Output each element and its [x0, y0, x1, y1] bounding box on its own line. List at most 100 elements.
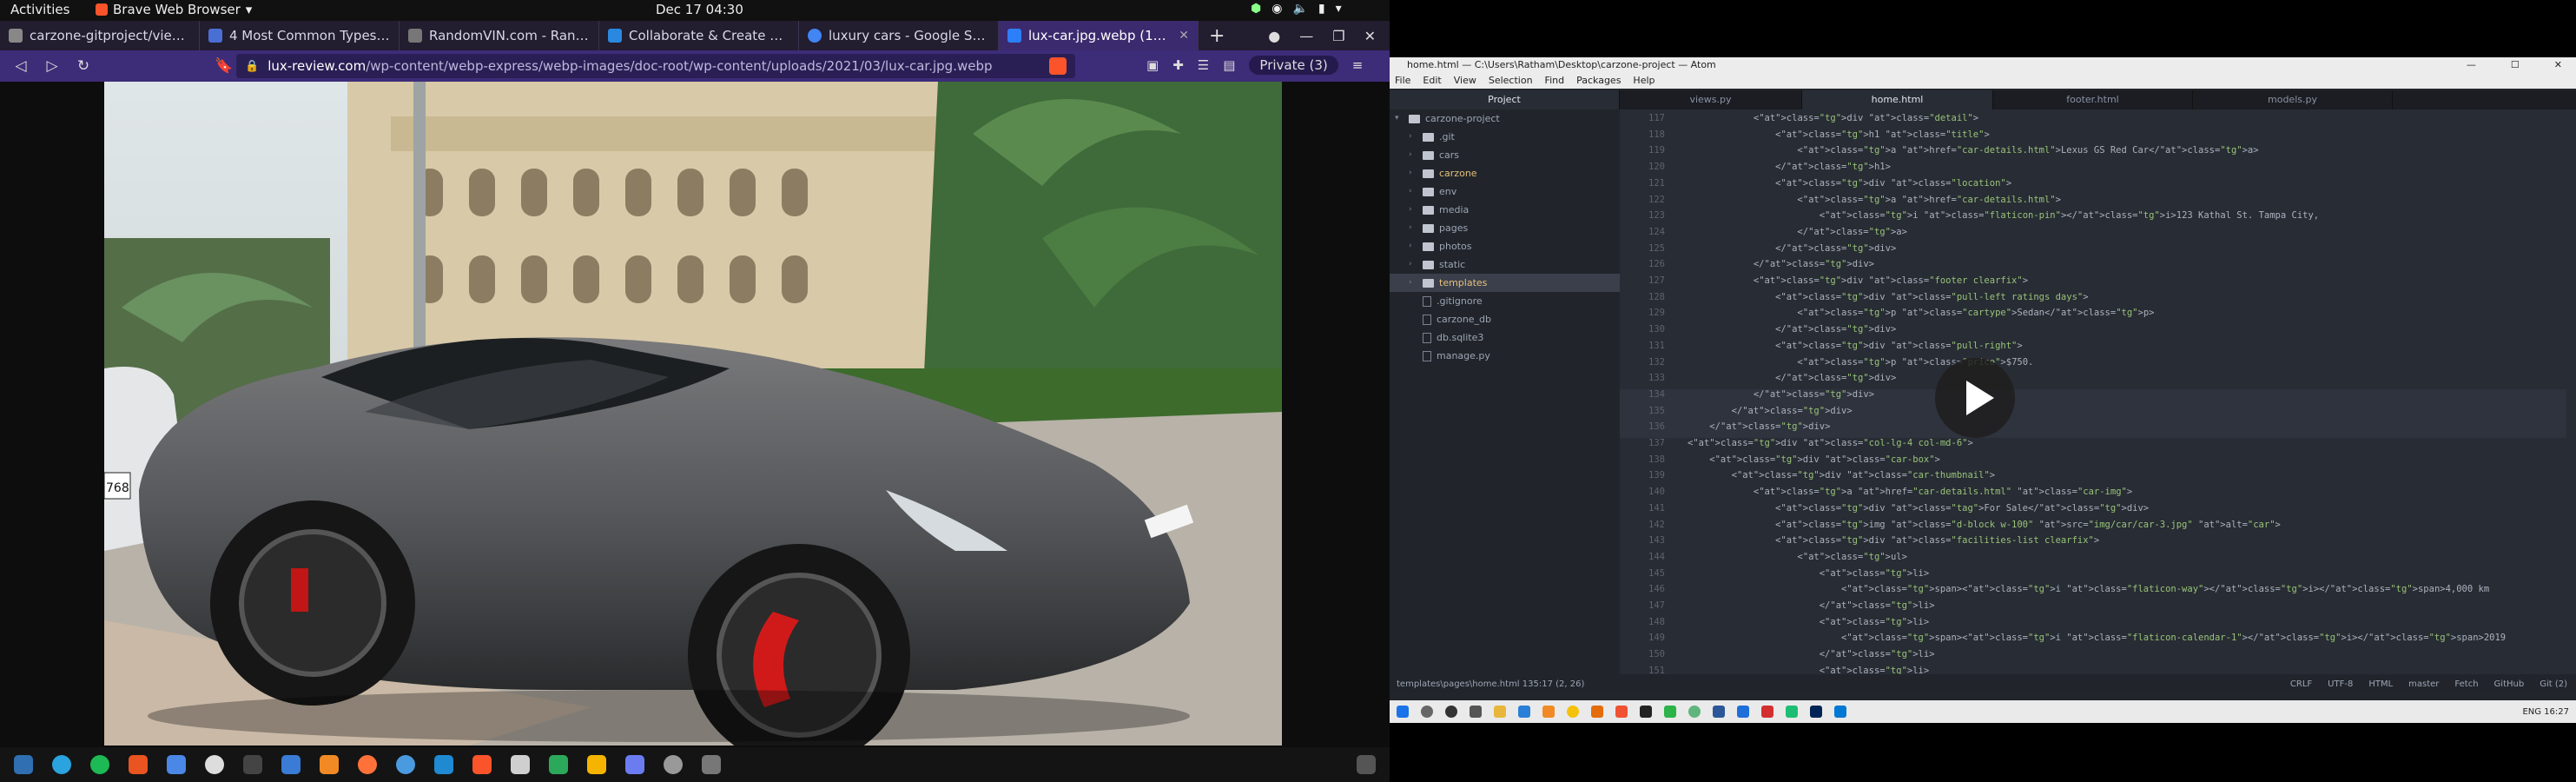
tab-views-py[interactable]: views.py [1620, 90, 1802, 109]
code-line[interactable]: </"at">class="tg">div> [1688, 373, 1896, 383]
cortana-icon[interactable] [1445, 706, 1457, 718]
code-line[interactable]: </"at">class="tg">li> [1688, 649, 1935, 659]
tree-item-carzone-project[interactable]: ▾ carzone-project [1390, 109, 1620, 128]
app-menu[interactable]: Brave Web Browser ▾ [96, 2, 252, 17]
terminal-icon[interactable] [243, 755, 262, 774]
vpn-app-icon[interactable] [281, 755, 301, 774]
app-grid-icon[interactable] [1357, 755, 1376, 774]
code-line[interactable]: <"at">class="tg">div "at">class="pull-ri… [1688, 341, 2023, 351]
tree-item-carzone[interactable]: › carzone [1390, 164, 1620, 182]
close-icon[interactable]: ✕ [2554, 57, 2562, 73]
tab-footer-html[interactable]: footer.html [1993, 90, 2193, 109]
menu-icon[interactable]: ≡ [1352, 57, 1364, 73]
tree-item-carzone-db[interactable]: carzone_db [1390, 310, 1620, 328]
code-line[interactable]: </"at">class="tg">div> [1688, 324, 1896, 335]
clock[interactable]: Dec 17 04:30 [656, 2, 743, 17]
tray-clock[interactable]: ENG 16:27 [2522, 707, 2569, 717]
shield-icon[interactable]: ⬢ [1251, 2, 1261, 16]
playlist-icon[interactable]: ☰ [1198, 57, 1209, 73]
vpn-icon[interactable] [1737, 706, 1749, 718]
files-icon[interactable] [511, 755, 530, 774]
tree-item-templates[interactable]: › templates [1390, 274, 1620, 292]
tree-item-photos[interactable]: › photos [1390, 237, 1620, 255]
pdf-icon[interactable] [1761, 706, 1773, 718]
task-view-icon[interactable] [1470, 706, 1482, 718]
code-line[interactable]: <"at">class="tg">li> [1688, 617, 1930, 627]
menu-file[interactable]: File [1395, 73, 1410, 89]
code-line[interactable]: <"at">class="tg">li> [1688, 568, 1930, 579]
chrome-icon[interactable] [205, 755, 224, 774]
app-icon[interactable] [1664, 706, 1676, 718]
menu-help[interactable]: Help [1633, 73, 1655, 89]
code-line[interactable]: <"at">class="tg">ul> [1688, 552, 1907, 562]
reload-icon[interactable]: ↻ [68, 57, 99, 75]
private-window-badge[interactable]: Private (3) [1249, 56, 1338, 75]
status-file-path[interactable]: templates\pages\home.html 135:17 (2, 26) [1397, 679, 1584, 689]
code-line[interactable]: <"at">class="tg">i "at">class="flaticon-… [1688, 210, 2319, 221]
play-button[interactable] [1935, 358, 2015, 438]
chromium-icon[interactable] [396, 755, 415, 774]
status-grammar[interactable]: HTML [2368, 679, 2393, 689]
brave-shields-icon[interactable] [1049, 57, 1067, 75]
tab-models-py[interactable]: models.py [2193, 90, 2393, 109]
tree-item-static[interactable]: › static [1390, 255, 1620, 274]
software-icon[interactable] [129, 755, 148, 774]
telegram-icon[interactable] [52, 755, 71, 774]
tree-item-cars[interactable]: › cars [1390, 146, 1620, 164]
firefox-icon[interactable] [358, 755, 377, 774]
menu-packages[interactable]: Packages [1576, 73, 1621, 89]
minimize-icon[interactable]: — [2467, 57, 2476, 73]
status-line-ending[interactable]: CRLF [2290, 679, 2312, 689]
settings-icon[interactable] [664, 755, 683, 774]
forward-icon[interactable]: ▷ [36, 57, 68, 75]
tree-item-pages[interactable]: › pages [1390, 219, 1620, 237]
menu-edit[interactable]: Edit [1423, 73, 1441, 89]
back-icon[interactable]: ◁ [5, 57, 36, 75]
code-line[interactable]: <"at">class="tg">img "at">class="d-block… [1688, 520, 2281, 530]
atom-icon[interactable] [1688, 706, 1701, 718]
edge-icon[interactable] [1518, 706, 1530, 718]
status-encoding[interactable]: UTF-8 [2328, 679, 2353, 689]
code-line[interactable]: </"at">class="tg">div> [1688, 406, 1853, 416]
code-line[interactable]: <"at">class="tg">span><"at">class="tg">i… [1688, 584, 2489, 594]
vscode-icon[interactable] [434, 755, 453, 774]
tree-item-env[interactable]: › env [1390, 182, 1620, 201]
lock-icon[interactable]: 🔒 [245, 60, 259, 73]
code-line[interactable]: </"at">class="tg">div> [1688, 389, 1874, 400]
tree-item-git[interactable]: › .git [1390, 128, 1620, 146]
file-explorer-icon[interactable] [1494, 706, 1506, 718]
vpn-icon[interactable]: ▣ [1146, 57, 1159, 73]
windows-start-icon[interactable] [1397, 706, 1409, 718]
tab-lux-car[interactable]: lux-car.jpg.webp (1920× ✕ [999, 21, 1199, 50]
close-icon[interactable]: ✕ [1179, 29, 1189, 43]
status-git[interactable]: Git (2) [2540, 679, 2567, 689]
wallet-icon[interactable]: ▤ [1223, 57, 1235, 73]
menu-selection[interactable]: Selection [1489, 73, 1533, 89]
system-tray[interactable]: ⬢ ◉ 🔈 ▮ ▾ [1251, 2, 1342, 16]
sheets-icon[interactable] [549, 755, 568, 774]
chevron-down-icon[interactable]: ▾ [1336, 2, 1342, 16]
sublime-icon[interactable] [1542, 706, 1555, 718]
tree-item-gitignore[interactable]: .gitignore [1390, 292, 1620, 310]
status-github[interactable]: GitHub [2494, 679, 2525, 689]
tab-collaborate[interactable]: Collaborate & Create Amazin [599, 21, 799, 50]
tab-home-html[interactable]: home.html [1802, 90, 1993, 109]
close-icon[interactable]: ✕ [1364, 28, 1376, 44]
trash-icon[interactable] [702, 755, 721, 774]
code-line[interactable]: <"at">class="tg">div "at">class="car-thu… [1688, 470, 1996, 480]
powershell-icon[interactable] [1810, 706, 1822, 718]
tree-item-media[interactable]: › media [1390, 201, 1620, 219]
code-line[interactable]: </"at">class="tg">div> [1688, 421, 1830, 432]
search-icon[interactable] [1421, 706, 1433, 718]
new-tab-button[interactable]: + [1209, 25, 1225, 47]
code-line[interactable]: <"at">class="tg">div "at">class="tag">Fo… [1688, 503, 2149, 514]
chrome-icon[interactable] [1567, 706, 1579, 718]
code-line[interactable]: </"at">class="tg">h1> [1688, 162, 1891, 172]
tree-item-manage-py[interactable]: manage.py [1390, 347, 1620, 365]
brave-icon[interactable] [472, 755, 492, 774]
code-line[interactable]: <"at">class="tg">div "at">class="col-lg-… [1688, 438, 1973, 448]
status-branch[interactable]: master [2408, 679, 2439, 689]
status-fetch[interactable]: Fetch [2454, 679, 2478, 689]
tab-project[interactable]: Project [1390, 90, 1620, 109]
docs-icon[interactable] [167, 755, 186, 774]
